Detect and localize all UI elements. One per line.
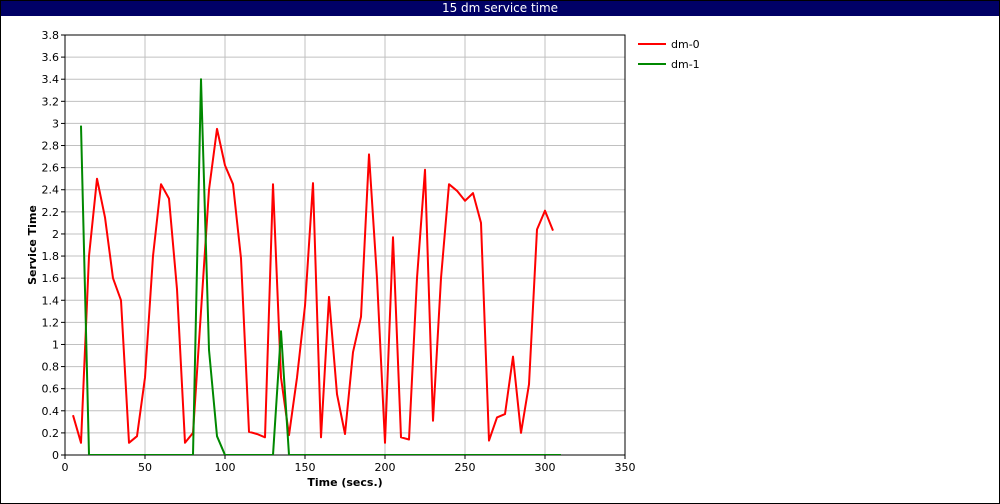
x-tick-label: 300 [535, 461, 556, 474]
y-tick-label: 2 [52, 228, 59, 241]
y-tick-label: 0.6 [42, 383, 60, 396]
x-tick-label: 100 [215, 461, 236, 474]
y-tick-label: 2.4 [42, 184, 60, 197]
legend-label-dm-1: dm-1 [671, 58, 700, 71]
y-tick-label: 2.8 [42, 140, 60, 153]
legend-label-dm-0: dm-0 [671, 38, 700, 51]
x-tick-label: 0 [62, 461, 69, 474]
x-tick-label: 350 [615, 461, 636, 474]
x-axis-label: Time (secs.) [307, 476, 382, 489]
y-axis-label: Service Time [26, 205, 39, 285]
y-tick-label: 3.8 [42, 29, 60, 42]
y-tick-label: 3.6 [42, 51, 60, 64]
y-tick-label: 0.4 [42, 405, 60, 418]
y-tick-label: 2.2 [42, 206, 60, 219]
y-tick-label: 3 [52, 117, 59, 130]
x-tick-label: 150 [295, 461, 316, 474]
plot-area [65, 35, 625, 455]
y-tick-label: 3.4 [42, 73, 60, 86]
x-tick-label: 200 [375, 461, 396, 474]
y-tick-label: 1.8 [42, 250, 60, 263]
y-tick-label: 1.6 [42, 272, 60, 285]
y-tick-label: 1.2 [42, 316, 60, 329]
y-tick-label: 2.6 [42, 162, 60, 175]
x-tick-label: 250 [455, 461, 476, 474]
y-tick-label: 3.2 [42, 95, 60, 108]
x-tick-label: 50 [138, 461, 152, 474]
y-tick-label: 0 [52, 449, 59, 462]
line-chart: 0 0.2 0.4 0.6 0.8 1 1.2 1.4 1.6 1.8 2 2.2 2.4 2.6 2.8 3… [26, 29, 700, 489]
y-tick-label: 1 [52, 338, 59, 351]
y-tick-label: 0.2 [42, 427, 60, 440]
y-tick-label: 1.4 [42, 294, 60, 307]
y-tick-label: 0.8 [42, 361, 60, 374]
